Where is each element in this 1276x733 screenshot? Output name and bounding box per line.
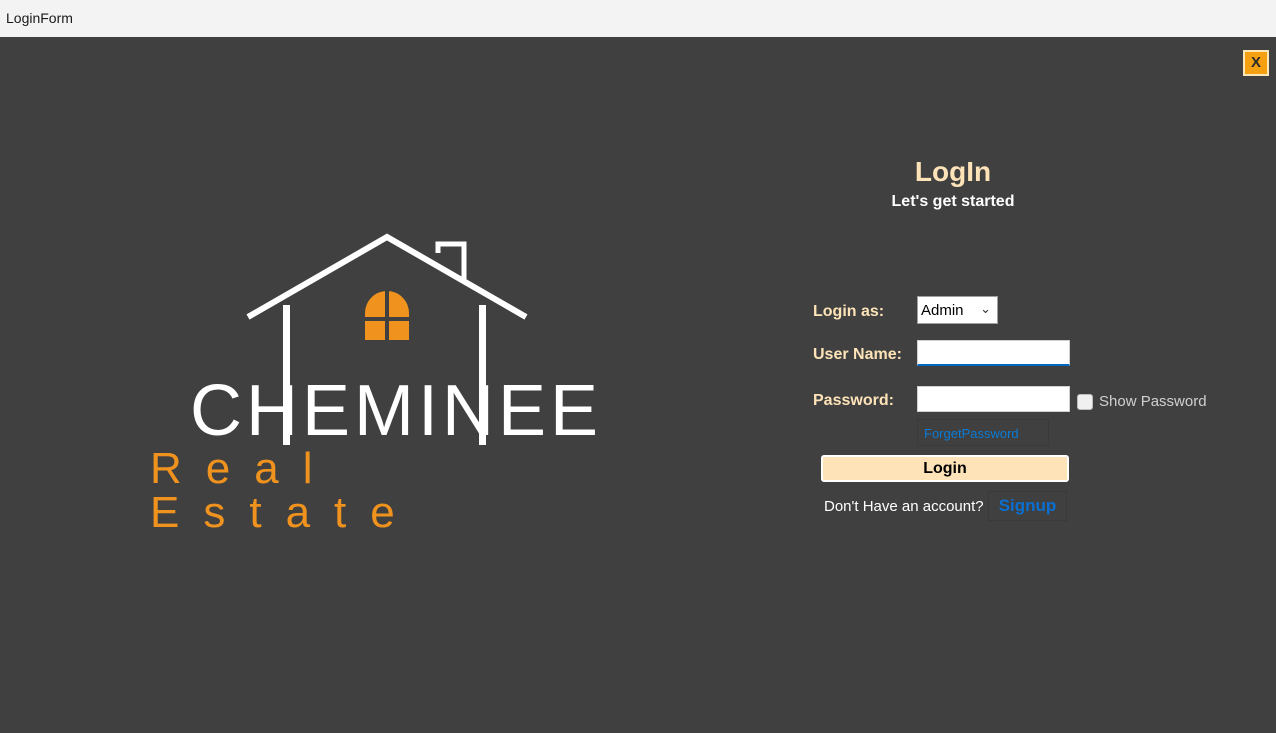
login-as-selected-value: Admin: [921, 302, 964, 319]
password-label: Password:: [813, 392, 894, 409]
username-input[interactable]: [917, 340, 1070, 366]
login-subheading: Let's get started: [891, 193, 1015, 210]
forget-password-link[interactable]: ForgetPassword: [917, 419, 1049, 446]
show-password-checkbox[interactable]: [1077, 394, 1093, 410]
chevron-down-icon: ⌄: [980, 301, 991, 316]
login-as-dropdown[interactable]: Admin ⌄: [917, 296, 998, 324]
logo-brand-tagline: Real Estate: [150, 444, 419, 537]
show-password-label[interactable]: Show Password: [1099, 393, 1207, 410]
window-title-bar: LoginForm: [0, 0, 1276, 38]
logo-brand-name: CHEMINEE: [190, 371, 603, 451]
password-input[interactable]: [917, 386, 1070, 412]
company-logo: CHEMINEE Real Estate: [140, 225, 640, 535]
close-button[interactable]: X: [1243, 50, 1269, 76]
login-as-label: Login as:: [813, 303, 885, 320]
username-label: User Name:: [813, 346, 902, 363]
login-button[interactable]: Login: [821, 455, 1069, 482]
signup-link[interactable]: Signup: [988, 491, 1067, 521]
login-heading: LogIn: [914, 156, 992, 187]
no-account-text: Don't Have an account?: [824, 498, 984, 515]
window-icon: [365, 291, 409, 341]
window-title: LoginForm: [6, 10, 73, 26]
